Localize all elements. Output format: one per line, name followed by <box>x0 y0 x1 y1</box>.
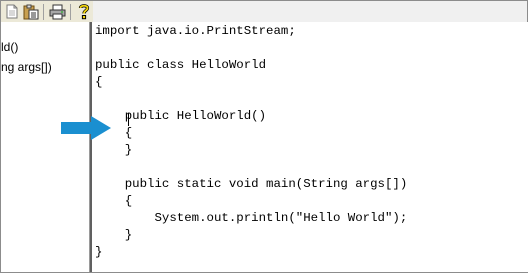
code-line: } <box>95 228 133 242</box>
app-window: ld() ng args[]) import java.io.PrintStre… <box>0 0 528 273</box>
new-document-button[interactable] <box>3 2 21 21</box>
sidebar-item-main-method[interactable]: ng args[]) <box>1 60 52 74</box>
code-line: public static void main(String args[]) <box>95 177 408 191</box>
help-question-icon <box>79 4 90 20</box>
code-line: public class HelloWorld <box>95 58 267 72</box>
code-editor[interactable]: import java.io.PrintStream; public class … <box>90 22 528 272</box>
code-line: } <box>95 245 103 259</box>
toolbar-separator <box>69 3 71 20</box>
blue-arrow-icon <box>61 116 111 140</box>
paste-button[interactable] <box>23 2 41 21</box>
code-line: { <box>95 194 133 208</box>
code-line: { <box>95 75 103 89</box>
code-line: public HelloWorld() <box>95 109 267 123</box>
toolbar-separator <box>43 3 44 20</box>
document-icon <box>6 4 18 19</box>
code-line: System.out.println("Hello World"); <box>95 211 408 225</box>
sidebar-item-constructor[interactable]: ld() <box>1 40 18 54</box>
sidebar-member-list: ld() ng args[]) <box>1 22 90 272</box>
arrow-shape <box>61 116 111 140</box>
clipboard-paste-icon <box>23 4 39 19</box>
code-line: import java.io.PrintStream; <box>95 24 296 38</box>
toolbar <box>1 1 93 23</box>
print-button[interactable] <box>49 2 67 21</box>
help-button[interactable] <box>75 2 93 21</box>
code-line: } <box>95 143 133 157</box>
printer-icon <box>49 4 66 19</box>
text-cursor <box>128 113 129 126</box>
